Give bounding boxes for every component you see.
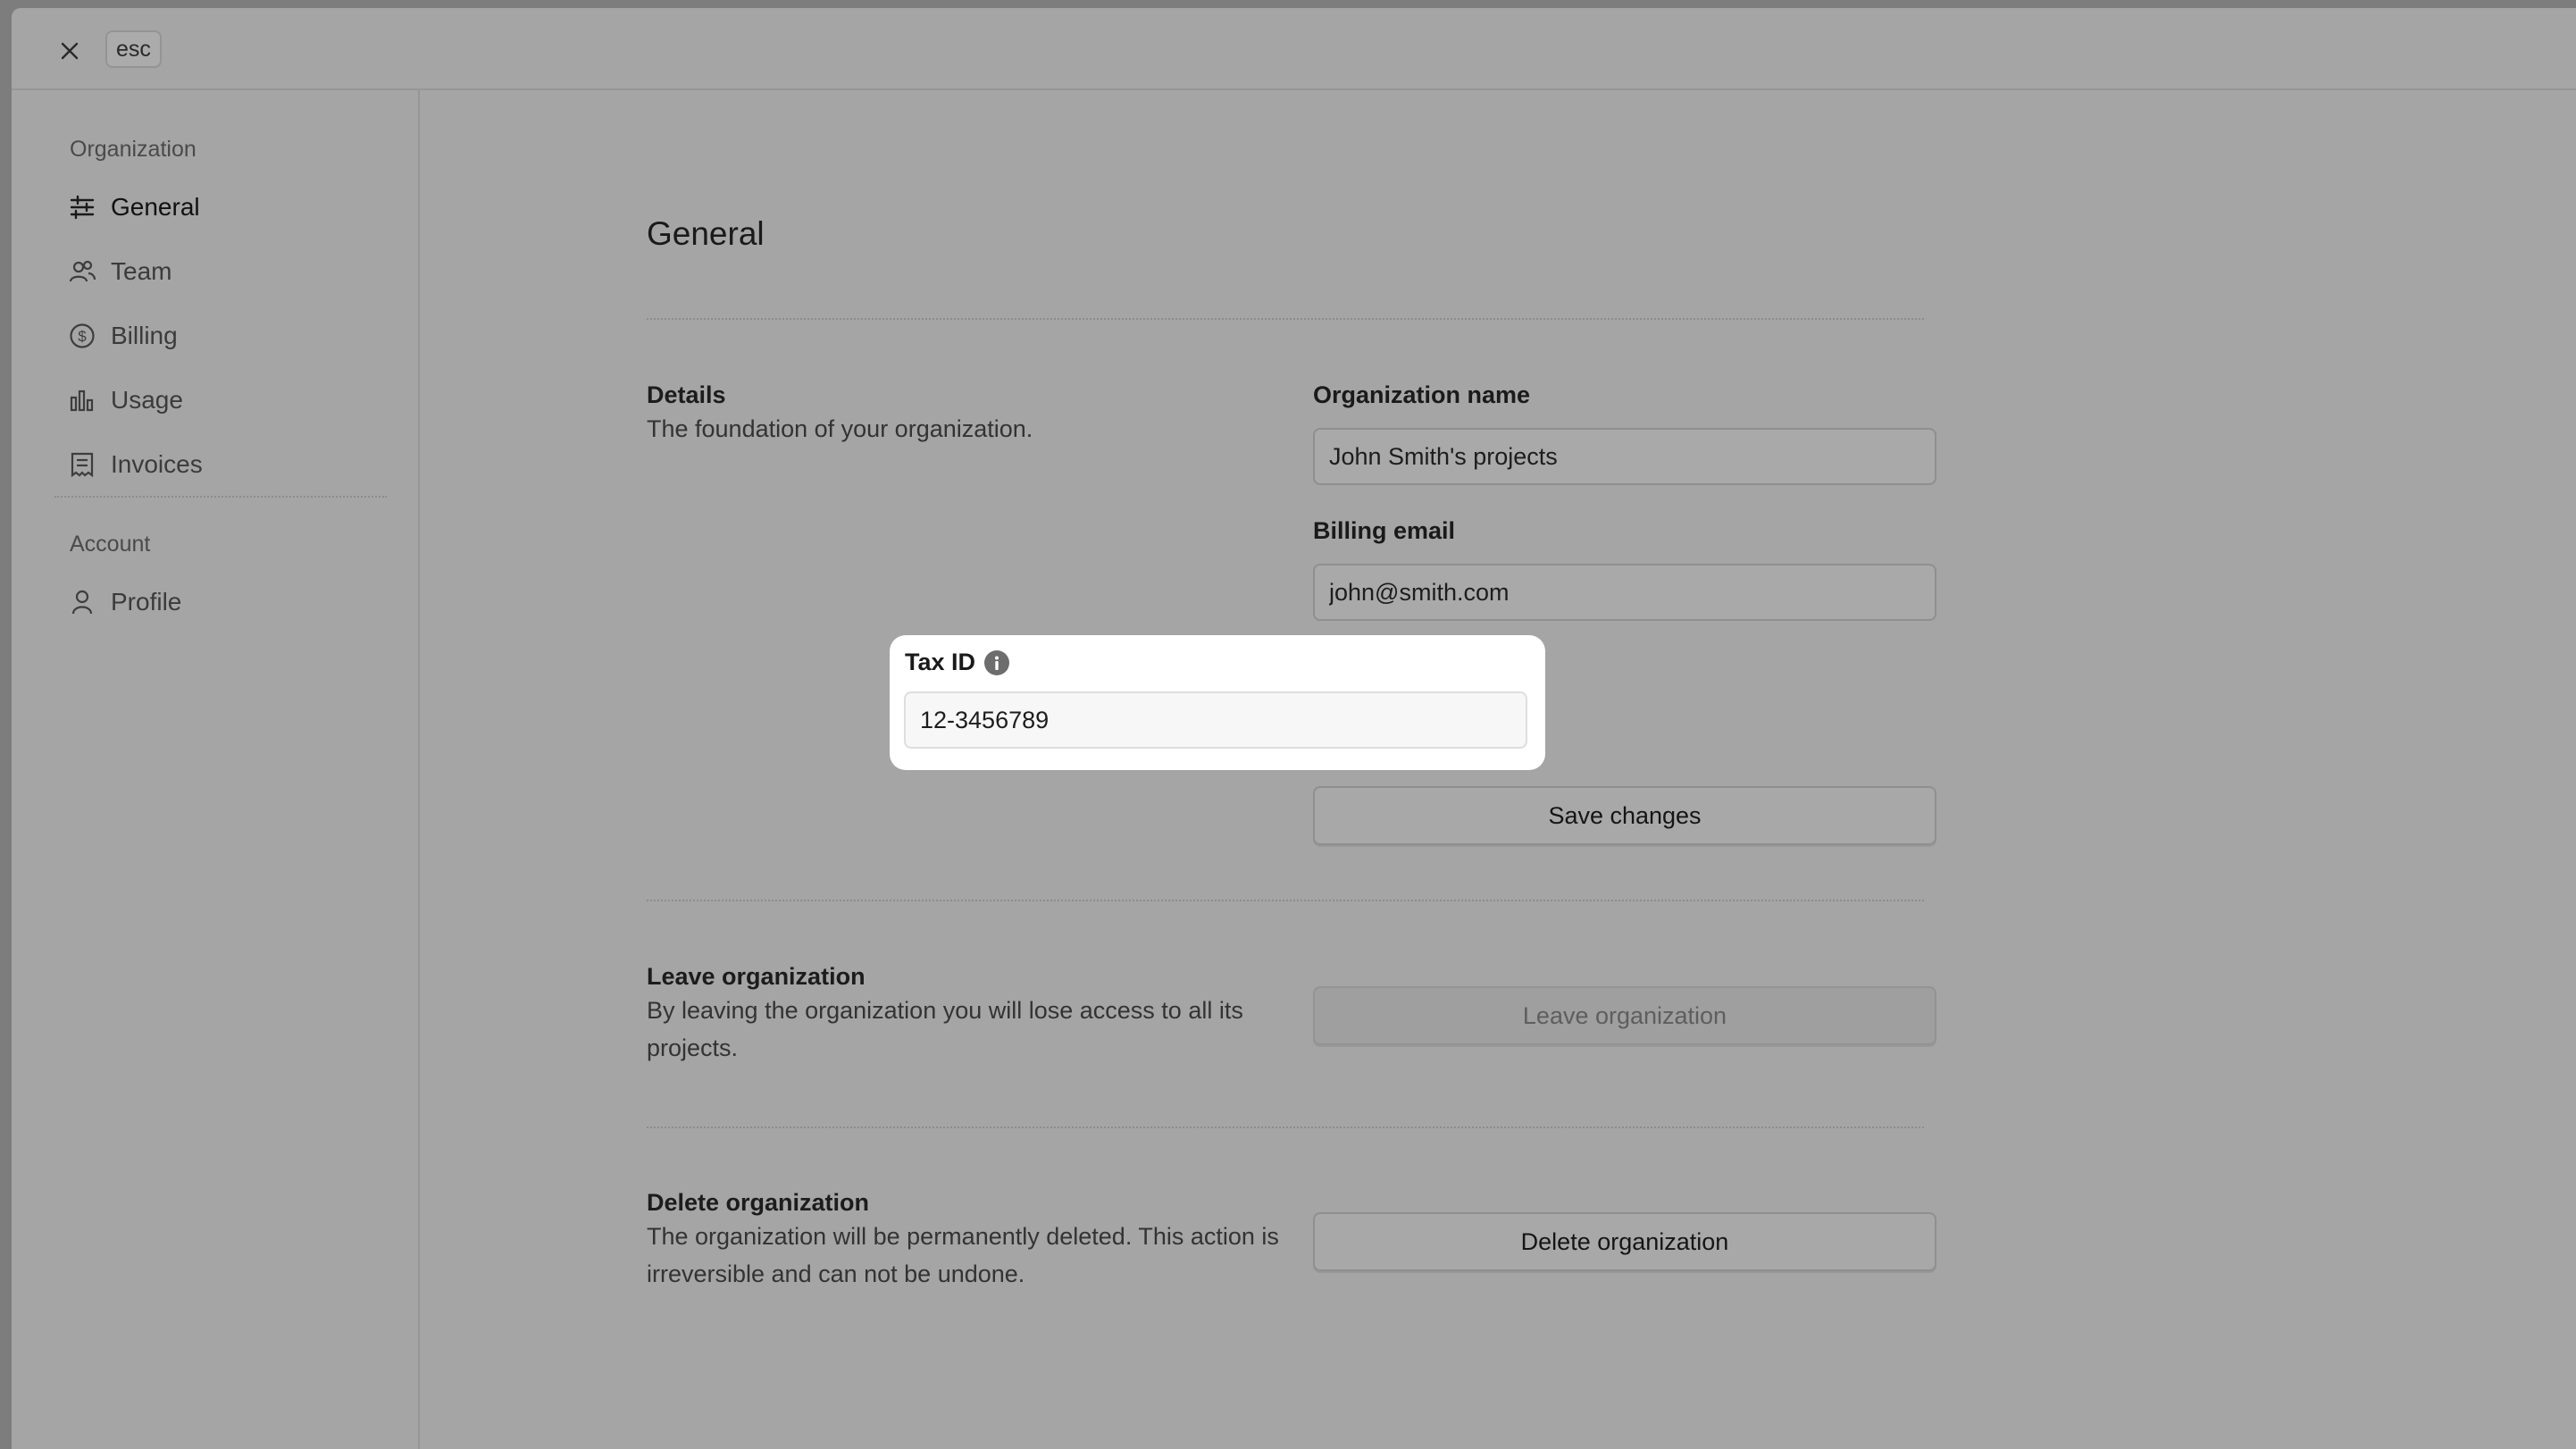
sliders-icon bbox=[67, 192, 97, 222]
delete-section-title: Delete organization bbox=[647, 1189, 870, 1216]
sidebar-item-billing[interactable]: $ Billing bbox=[67, 314, 389, 357]
delete-section-description: The organization will be permanently del… bbox=[647, 1223, 1279, 1287]
bar-chart-icon bbox=[67, 385, 97, 415]
sidebar-item-invoices[interactable]: Invoices bbox=[67, 443, 389, 486]
sidebar-heading-account: Account bbox=[70, 532, 151, 557]
close-button[interactable] bbox=[52, 33, 88, 69]
close-icon bbox=[61, 42, 79, 60]
page-title: General bbox=[647, 215, 765, 252]
leave-section-description: By leaving the organization you will los… bbox=[647, 997, 1243, 1061]
sidebar-item-label: Profile bbox=[111, 588, 182, 616]
tax-id-label: Tax ID bbox=[905, 649, 1010, 676]
tax-id-label-text: Tax ID bbox=[905, 649, 976, 675]
svg-text:$: $ bbox=[78, 328, 87, 345]
leave-section-title: Leave organization bbox=[647, 963, 866, 990]
sidebar-item-label: General bbox=[111, 193, 200, 221]
users-icon bbox=[67, 256, 97, 287]
info-icon[interactable] bbox=[984, 649, 1010, 675]
modal-topbar: esc bbox=[12, 8, 2576, 90]
delete-organization-button[interactable]: Delete organization bbox=[1313, 1212, 1936, 1271]
section-divider bbox=[647, 318, 1924, 320]
settings-modal: esc Organization General Team $ Billing … bbox=[12, 8, 2576, 1449]
save-changes-button[interactable]: Save changes bbox=[1313, 786, 1936, 845]
sidebar-item-usage[interactable]: Usage bbox=[67, 379, 389, 422]
org-name-input[interactable] bbox=[1313, 428, 1936, 485]
sidebar-heading-organization: Organization bbox=[70, 137, 197, 162]
sidebar-item-label: Invoices bbox=[111, 450, 203, 478]
sidebar-item-profile[interactable]: Profile bbox=[67, 581, 389, 624]
receipt-icon bbox=[67, 449, 97, 480]
sidebar-item-label: Billing bbox=[111, 322, 178, 349]
sidebar-item-label: Team bbox=[111, 257, 172, 285]
section-divider bbox=[647, 1127, 1924, 1128]
sidebar-item-label: Usage bbox=[111, 386, 183, 414]
dollar-circle-icon: $ bbox=[67, 321, 97, 351]
leave-organization-button[interactable]: Leave organization bbox=[1313, 986, 1936, 1045]
user-icon bbox=[67, 587, 97, 617]
details-section-title: Details bbox=[647, 381, 726, 408]
billing-email-input[interactable] bbox=[1313, 564, 1936, 621]
tax-id-input[interactable] bbox=[904, 691, 1527, 749]
details-section-description: The foundation of your organization. bbox=[647, 415, 1033, 442]
tax-id-highlight: Tax ID bbox=[890, 635, 1545, 770]
sidebar-divider bbox=[54, 496, 387, 498]
settings-main: General Details The foundation of your o… bbox=[420, 90, 2576, 1449]
org-name-label: Organization name bbox=[1313, 381, 1531, 408]
sidebar-item-general[interactable]: General bbox=[67, 186, 389, 229]
esc-key-hint: esc bbox=[105, 30, 162, 68]
section-divider bbox=[647, 900, 1924, 901]
settings-sidebar: Organization General Team $ Billing Usag… bbox=[12, 90, 420, 1449]
billing-email-label: Billing email bbox=[1313, 517, 1456, 544]
sidebar-item-team[interactable]: Team bbox=[67, 250, 389, 293]
